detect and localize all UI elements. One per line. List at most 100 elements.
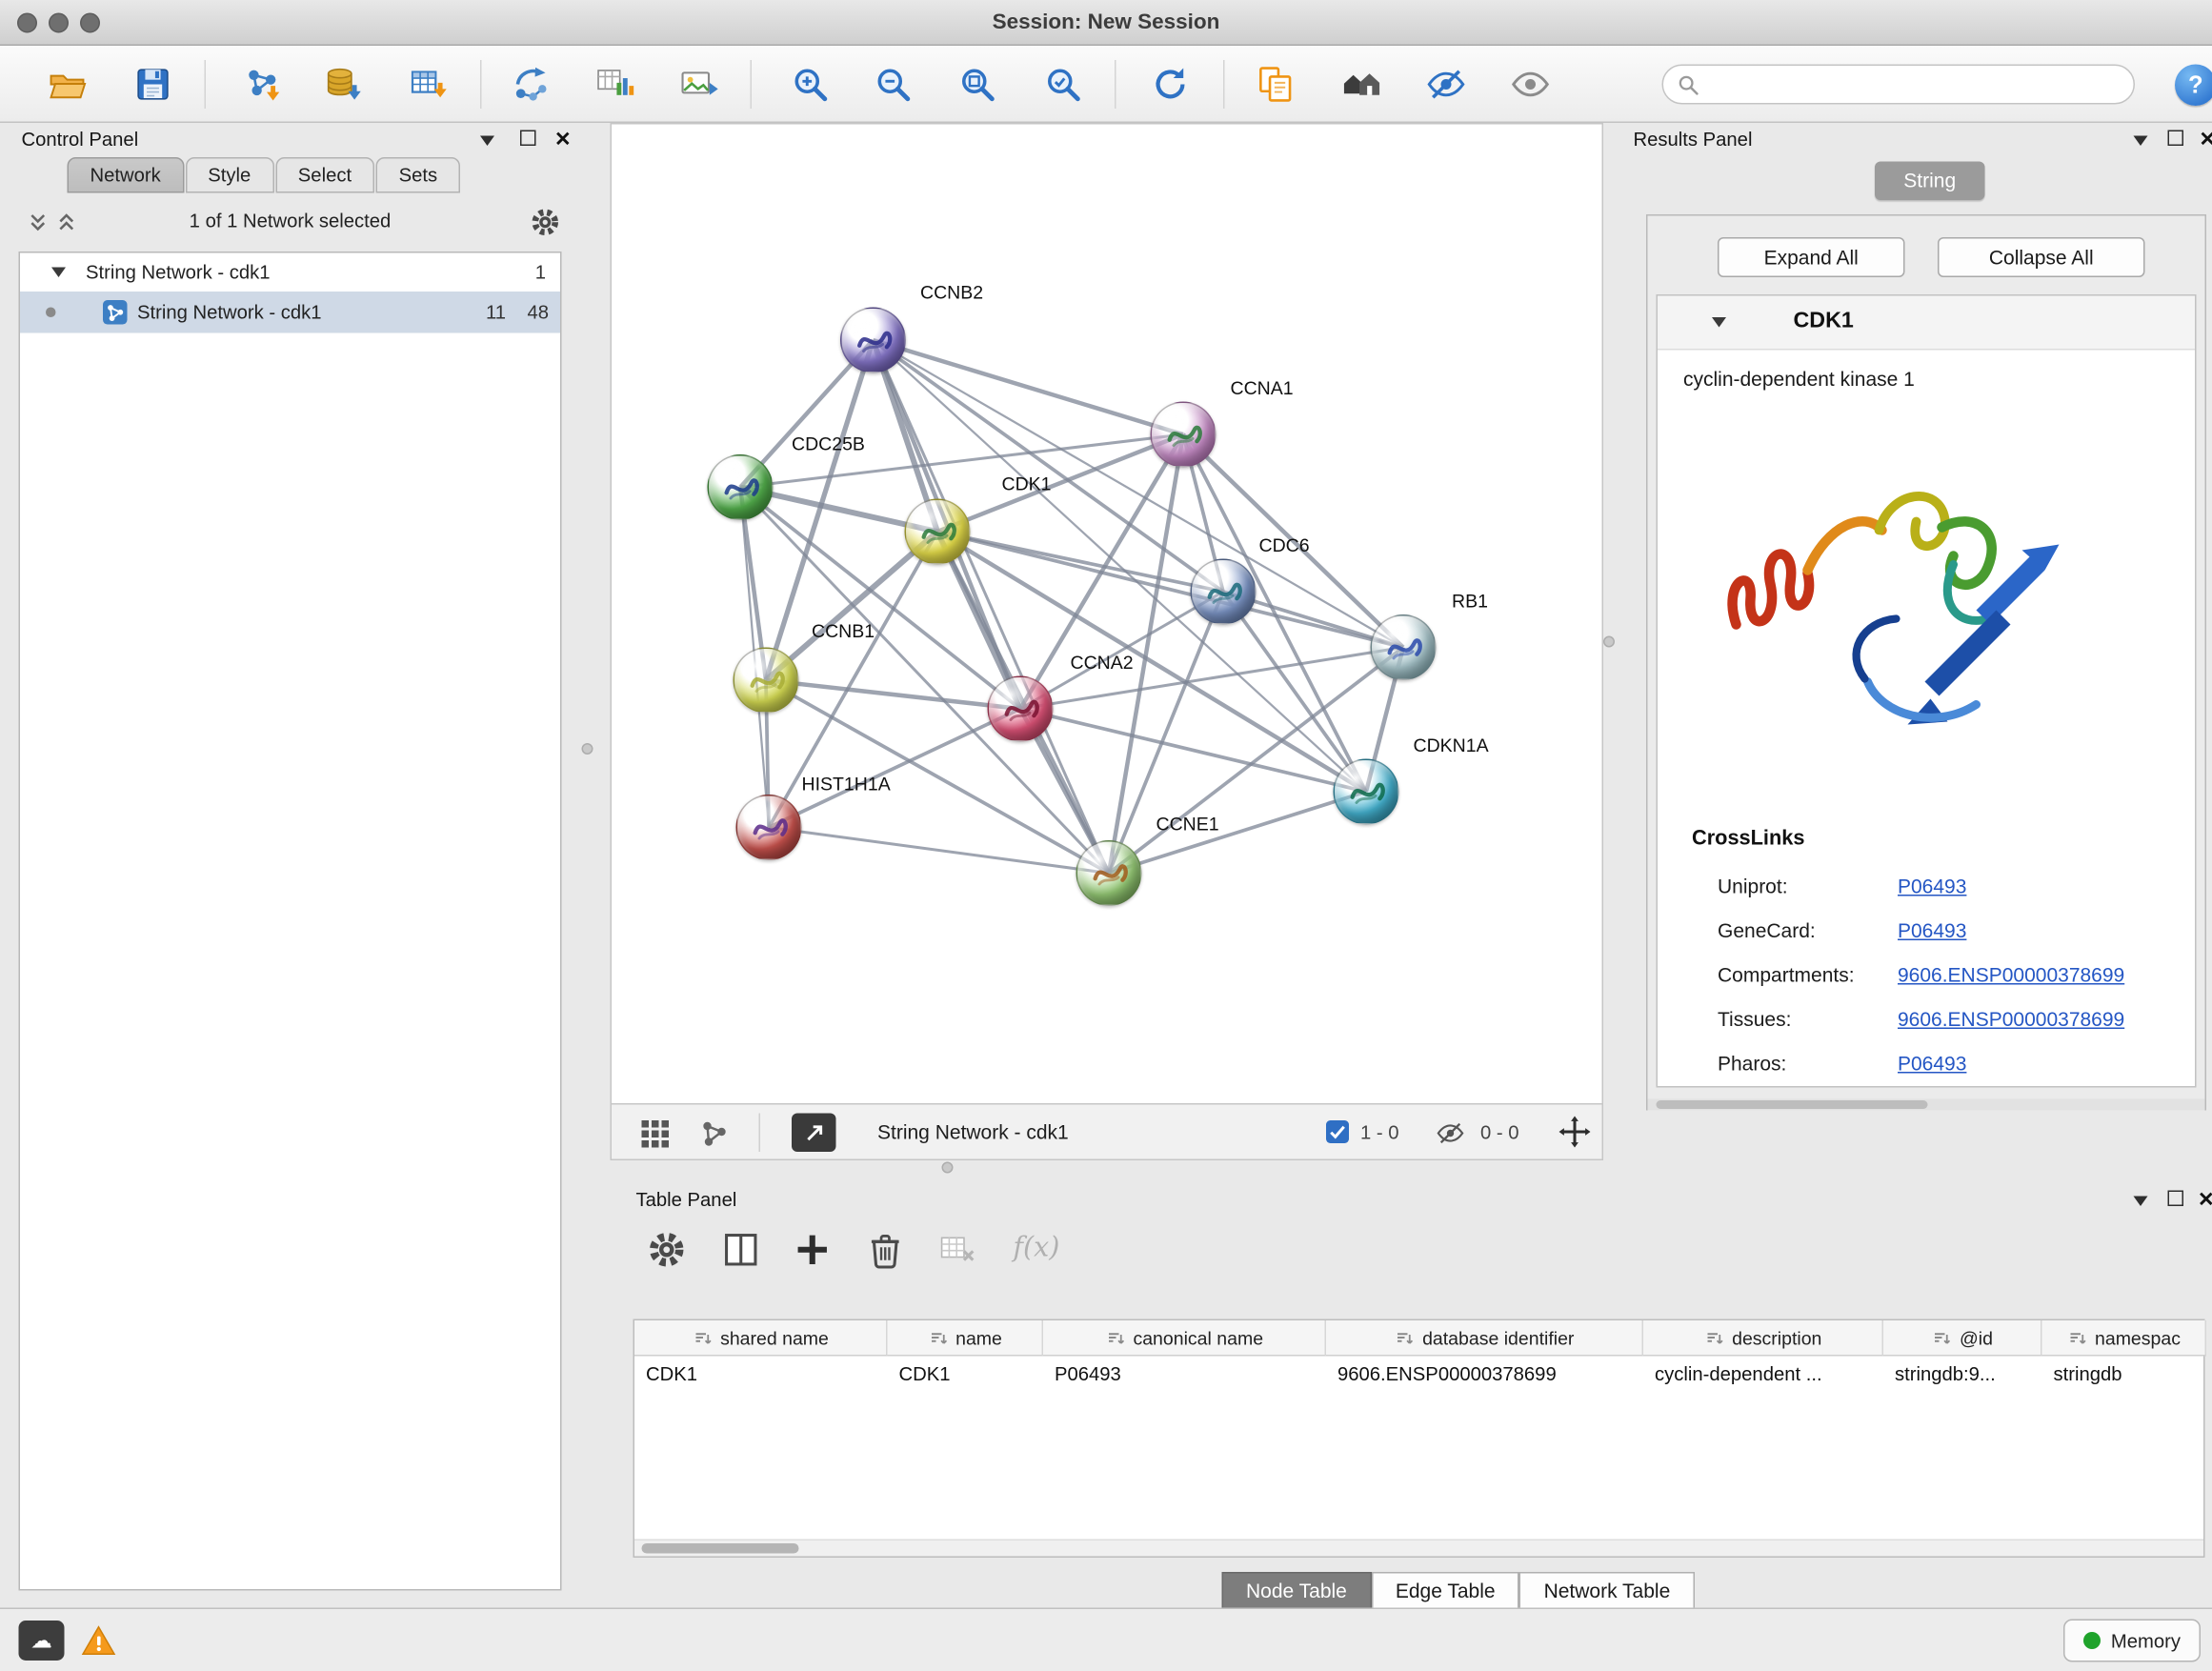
tab-string[interactable]: String [1875,162,1985,201]
network-node-ccne1[interactable] [1076,840,1142,906]
network-node-cdk1[interactable] [905,499,971,565]
add-row-plus-icon[interactable] [794,1231,833,1270]
network-node-ccna2[interactable] [988,676,1054,742]
open-in-browser-button[interactable] [792,1114,836,1153]
new-network-from-table-button[interactable] [591,60,639,109]
show-all-button[interactable] [1506,60,1555,109]
collection-disclosure-icon[interactable] [51,268,66,278]
results-horizontal-scrollbar[interactable] [1648,1099,2205,1111]
network-collection-row[interactable]: String Network - cdk1 1 [20,253,560,292]
network-tree: String Network - cdk1 1 String Network -… [19,252,562,1591]
maximize-panel-icon[interactable] [2168,1191,2184,1207]
table-horizontal-scrollbar[interactable] [634,1540,2203,1557]
tab-network-table[interactable]: Network Table [1519,1572,1695,1611]
network-node-ccnb2[interactable] [840,308,906,373]
crosslink-link[interactable]: P06493 [1898,919,1966,942]
protein-glyph [737,796,800,859]
database-import-icon [323,65,363,105]
homology-button[interactable] [1337,60,1386,109]
network-node-rb1[interactable] [1371,614,1437,680]
collapse-all-button[interactable]: Collapse All [1938,237,2145,277]
delete-trash-icon[interactable] [866,1231,905,1270]
network-node-cdkn1a[interactable] [1334,759,1399,825]
network-row-selected[interactable]: String Network - cdk1 11 48 [20,292,560,333]
network-node-cdc6[interactable] [1191,559,1257,625]
table-settings-gear-icon[interactable] [648,1231,687,1270]
vertical-splitter-handle[interactable] [1603,636,1615,648]
float-panel-icon[interactable] [2134,1197,2148,1207]
column-header-canonical-name[interactable]: canonical name [1043,1320,1326,1357]
table-row[interactable]: CDK1CDK1P064939606.ENSP00000378699cyclin… [634,1357,2203,1396]
show-columns-icon[interactable] [722,1231,761,1270]
collapse-section-icon[interactable] [1712,317,1726,328]
close-panel-icon[interactable]: ✕ [2198,1189,2212,1209]
tab-network[interactable]: Network [68,157,184,193]
column-header-description[interactable]: description [1643,1320,1883,1357]
vertical-splitter-handle[interactable] [582,743,593,755]
network-node-ccnb1[interactable] [734,648,799,714]
zoom-in-button[interactable] [786,60,835,109]
column-header-name[interactable]: name [888,1320,1044,1357]
main-toolbar: ? [0,46,2212,123]
crosslink-link[interactable]: 9606.ENSP00000378699 [1898,1008,2124,1031]
tab-sets[interactable]: Sets [376,157,461,193]
crosslinks-list: Uniprot:P06493GeneCard:P06493Compartment… [1658,865,2195,1087]
refresh-button[interactable] [1146,60,1195,109]
close-panel-icon[interactable]: ✕ [554,129,572,149]
string-network-icon [103,300,128,325]
network-node-ccna1[interactable] [1151,402,1217,468]
expand-all-button[interactable]: Expand All [1718,237,1905,277]
zoom-selected-button[interactable] [1039,60,1088,109]
protein-glyph [1372,616,1435,679]
network-node-cdc25b[interactable] [708,454,774,520]
column-header-namespac[interactable]: namespac [2042,1320,2207,1357]
crosslink-link[interactable]: P06493 [1898,875,1966,897]
export-image-button[interactable] [674,60,723,109]
save-session-button[interactable] [129,60,177,109]
crosslink-link[interactable]: P06493 [1898,1052,1966,1075]
zoom-fit-button[interactable] [954,60,1002,109]
search-box[interactable] [1662,65,2136,105]
warnings-button[interactable] [76,1621,122,1661]
column-header-database-identifier[interactable]: database identifier [1326,1320,1643,1357]
protein-card-header[interactable]: CDK1 [1658,296,2195,351]
function-builder-disabled: f(x) [1014,1232,1060,1263]
hide-selected-button[interactable] [1422,60,1471,109]
network-node-hist1h1a[interactable] [736,795,802,860]
gear-icon[interactable] [531,208,561,238]
pan-crosshair-icon[interactable] [1558,1115,1592,1149]
help-button[interactable]: ? [2175,65,2212,107]
import-network-database-button[interactable] [319,60,368,109]
new-network-from-file-button[interactable] [508,60,556,109]
float-panel-icon[interactable] [2134,136,2148,147]
crosslink-link[interactable]: 9606.ENSP00000378699 [1898,963,2124,986]
zoom-out-button[interactable] [869,60,917,109]
tab-node-table[interactable]: Node Table [1222,1572,1372,1611]
cloud-button[interactable]: ☁ [19,1621,65,1661]
crosslink-row: Compartments:9606.ENSP00000378699 [1658,954,2195,998]
toolbar-separator [1223,60,1225,109]
search-input[interactable] [1708,73,2120,95]
close-panel-icon[interactable]: ✕ [2200,129,2212,149]
selected-indicator-checkbox[interactable] [1326,1120,1349,1143]
protein-structure-image [1697,411,2068,796]
float-panel-icon[interactable] [480,136,494,147]
tab-style[interactable]: Style [185,157,273,193]
maximize-panel-icon[interactable] [520,131,536,147]
results-panel-title: Results Panel [1634,129,1753,151]
memory-button[interactable]: Memory [2063,1620,2201,1662]
share-network-icon[interactable] [697,1117,732,1151]
network-view[interactable]: CCNB2CCNA1CDC25BCDK1CDC6RB1CCNB1CCNA2CDK… [611,123,1604,1105]
column-header-shared-name[interactable]: shared name [634,1320,888,1357]
import-network-file-button[interactable] [237,60,286,109]
tab-edge-table[interactable]: Edge Table [1371,1572,1519,1611]
duplicate-annotation-button[interactable] [1252,60,1300,109]
tab-select[interactable]: Select [275,157,374,193]
column-header--id[interactable]: @id [1883,1320,2042,1357]
scrollbar-thumb[interactable] [1657,1100,1928,1109]
scrollbar-thumb[interactable] [642,1543,799,1554]
import-table-file-button[interactable] [405,60,453,109]
maximize-panel-icon[interactable] [2168,131,2184,147]
grid-view-icon[interactable] [637,1117,672,1151]
open-file-button[interactable] [43,60,91,109]
